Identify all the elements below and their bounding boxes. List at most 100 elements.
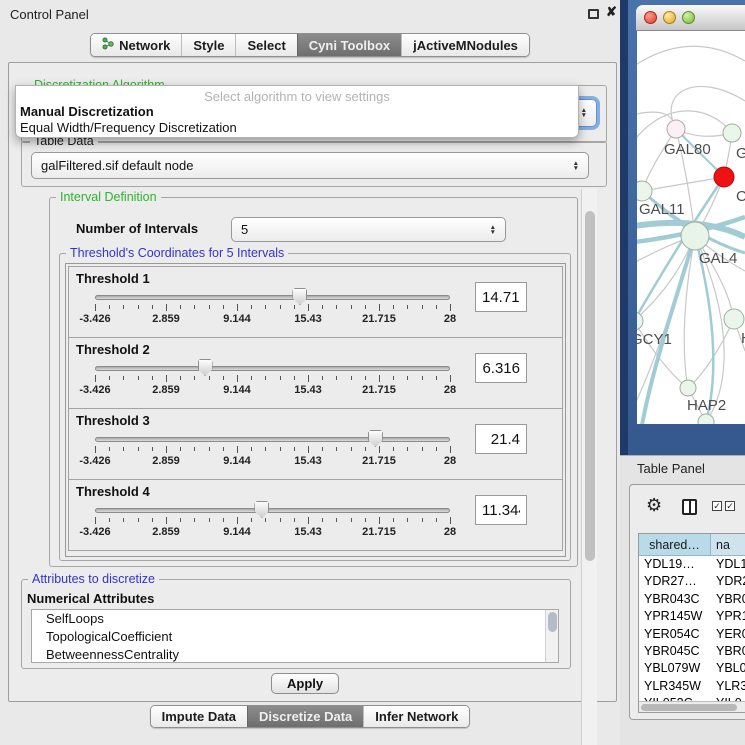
table-horizontal-scrollbar[interactable] (639, 701, 745, 712)
tab-jactivemnodules[interactable]: jActiveMNodules (401, 34, 529, 56)
threshold-slider-thumb[interactable] (254, 501, 269, 518)
minor-tick (223, 376, 224, 380)
node-gal80[interactable] (667, 120, 685, 138)
threshold-slider-track[interactable] (95, 508, 450, 513)
minimize-traffic-light-icon[interactable] (663, 11, 676, 24)
minor-tick (123, 518, 124, 522)
table-scrollbar-thumb[interactable] (641, 704, 737, 711)
table-row[interactable]: YLR345WYLR3 (639, 678, 745, 695)
table-row[interactable]: YER054CYER0 (639, 626, 745, 643)
tab-infer-network[interactable]: Infer Network (363, 706, 469, 727)
threshold-slider-thumb[interactable] (292, 288, 307, 305)
table-row[interactable]: YBR045CYBR0 (639, 643, 745, 660)
node-gal11[interactable] (637, 181, 652, 201)
tick-label: 21.715 (354, 526, 404, 538)
tab-cyni-toolbox[interactable]: Cyni Toolbox (297, 34, 401, 56)
network-edge[interactable] (642, 129, 676, 191)
minor-tick (294, 447, 295, 451)
close-panel-icon[interactable]: ✘ (606, 4, 617, 20)
network-window-titlebar[interactable] (636, 5, 745, 31)
attributes-scrollbar-thumb[interactable] (548, 612, 557, 632)
top-tab-bar: NetworkStyleSelectCyni ToolboxjActiveMNo… (0, 33, 620, 57)
column-header-name[interactable]: na (711, 534, 745, 556)
major-tick (237, 304, 238, 311)
threshold-value-field[interactable] (475, 495, 527, 525)
table-row[interactable]: YPR145WYPR1 (639, 608, 745, 625)
minor-tick (351, 305, 352, 309)
threshold-label: Threshold 2 (76, 342, 150, 357)
table-row[interactable]: YDR27…YDR2 (639, 573, 745, 590)
attribute-list-item[interactable]: SelfLoops (32, 610, 558, 628)
node-top-right[interactable] (723, 124, 741, 142)
major-tick (308, 517, 309, 524)
network-edge[interactable] (637, 46, 745, 71)
checkbox-checked-icon[interactable]: ✓ (712, 501, 722, 511)
checkbox-checked-icon[interactable]: ✓ (725, 501, 735, 511)
tab-style[interactable]: Style (181, 34, 235, 56)
node-red[interactable] (714, 167, 734, 187)
tab-impute-data[interactable]: Impute Data (151, 706, 247, 727)
threshold-slider-track[interactable] (95, 295, 450, 300)
tab-discretize-data[interactable]: Discretize Data (247, 706, 363, 727)
tick-label: 9.144 (212, 384, 262, 396)
algorithm-option[interactable]: Equal Width/Frequency Discretization (20, 120, 237, 135)
tab-select[interactable]: Select (235, 34, 296, 56)
network-canvas[interactable]: GAL80GACGAL11GAL4GCY1HHAP2 (637, 31, 745, 424)
minor-tick (322, 447, 323, 451)
threshold-slider-thumb[interactable] (198, 359, 213, 376)
threshold-slider-track[interactable] (95, 437, 450, 442)
table-row[interactable]: YDL19…YDL1 (639, 556, 745, 573)
close-traffic-light-icon[interactable] (644, 11, 657, 24)
table-row[interactable]: YBL079WYBL0 (639, 660, 745, 677)
node-gcy1[interactable] (637, 312, 643, 330)
attributes-list-scrollbar[interactable] (545, 610, 558, 663)
panel-vertical-scrollbar[interactable] (581, 189, 597, 745)
major-tick (95, 304, 96, 311)
float-window-icon[interactable] (588, 9, 599, 19)
tick-label: 28 (425, 384, 475, 396)
tick-label: 21.715 (354, 313, 404, 325)
threshold-slider-track[interactable] (95, 366, 450, 371)
combobox-stepper-icon: ▲▼ (581, 108, 587, 118)
minor-tick (209, 376, 210, 380)
node-h[interactable] (724, 309, 744, 329)
numerical-attributes-label: Numerical Attributes (27, 591, 154, 606)
minor-tick (180, 376, 181, 380)
table-settings-gear-icon[interactable]: ⚙ (646, 495, 662, 516)
node-gal4[interactable] (681, 222, 709, 250)
table-row[interactable]: YBR043CYBR0 (639, 591, 745, 608)
cell-shared-name: YBL079W (639, 660, 711, 677)
minor-tick (436, 305, 437, 309)
column-header-shared-name[interactable]: shared… (639, 534, 711, 556)
minor-tick (365, 518, 366, 522)
tab-network[interactable]: Network (91, 34, 181, 56)
attribute-list-item[interactable]: TopologicalCoefficient (32, 628, 558, 646)
zoom-traffic-light-icon[interactable] (682, 11, 695, 24)
minor-tick (109, 305, 110, 309)
major-tick (95, 375, 96, 382)
cell-name: YDR2 (711, 573, 745, 590)
minor-tick (152, 447, 153, 451)
tick-label: 2.859 (141, 455, 191, 467)
minor-tick (422, 518, 423, 522)
apply-button[interactable]: Apply (271, 673, 339, 694)
threshold-value-field[interactable] (475, 353, 527, 383)
threshold-slider-thumb[interactable] (368, 430, 383, 447)
attribute-list-item[interactable]: BetweennessCentrality (32, 646, 558, 663)
minor-tick (152, 376, 153, 380)
major-tick (166, 446, 167, 453)
minor-tick (422, 376, 423, 380)
algorithm-option[interactable]: Manual Discretization (20, 104, 154, 119)
network-edge[interactable] (637, 236, 695, 321)
node-hap2[interactable] (680, 380, 696, 396)
threshold-value-field[interactable] (475, 282, 527, 312)
network-edge[interactable] (642, 177, 724, 191)
node-bottom[interactable] (698, 414, 714, 424)
column-layout-icon[interactable] (682, 499, 697, 515)
panel-scrollbar-thumb[interactable] (585, 211, 595, 561)
cell-shared-name: YLR345W (639, 678, 711, 695)
threshold-value-field[interactable] (475, 424, 527, 454)
number-of-intervals-combobox[interactable]: 5 ▲▼ (231, 217, 506, 242)
minor-tick (336, 376, 337, 380)
table-data-combobox[interactable]: galFiltered.sif default node ▲▼ (31, 152, 589, 179)
